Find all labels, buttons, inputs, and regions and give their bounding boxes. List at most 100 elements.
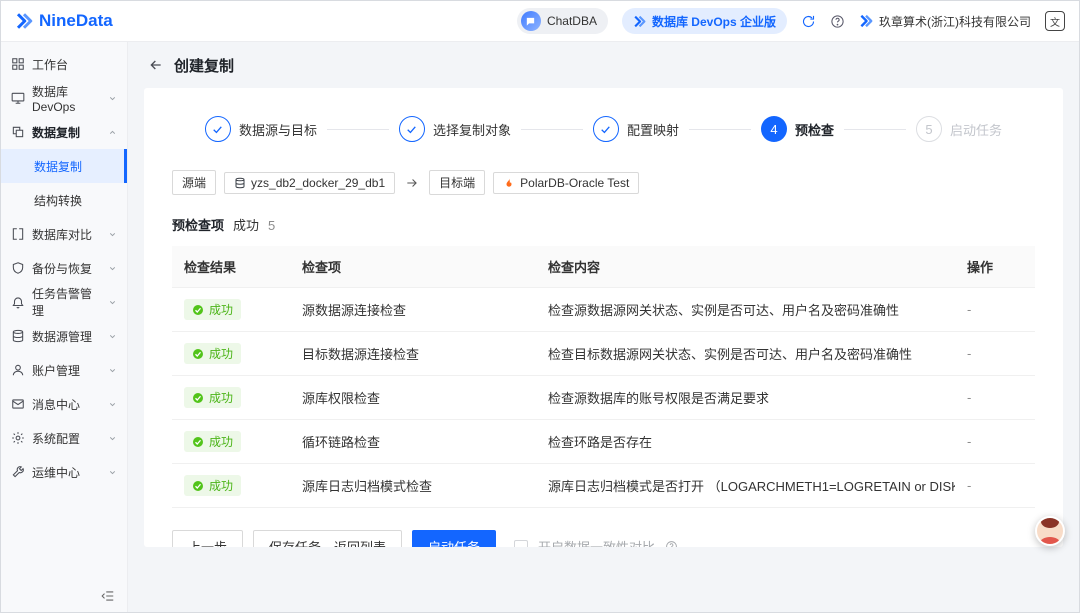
step-connector xyxy=(689,129,751,130)
start-task-button[interactable]: 启动任务 xyxy=(412,530,496,547)
sidebar-item-replication[interactable]: 数据复制 xyxy=(1,115,127,149)
sidebar-item-data-replication[interactable]: 数据复制 xyxy=(1,149,127,183)
table-row: 成功 目标数据源连接检查 检查目标数据源网关状态、实例是否可达、用户名及密码准确… xyxy=(172,332,1035,376)
source-tag: 源端 xyxy=(172,170,216,195)
operation-cell: - xyxy=(955,376,1035,420)
app-window: NineData ChatDBA 数据库 DevOps 企业版 xyxy=(0,0,1080,613)
sidebar-collapse-icon[interactable] xyxy=(101,589,115,603)
sidebar-item-db-compare[interactable]: 数据库对比 xyxy=(1,217,127,251)
chevron-down-icon xyxy=(108,94,117,103)
chatdba-button[interactable]: ChatDBA xyxy=(517,8,608,34)
ninedata-mini-logo-icon xyxy=(633,15,646,28)
operation-cell: - xyxy=(955,332,1035,376)
sidebar-item-account-mgmt[interactable]: 账户管理 xyxy=(1,353,127,387)
sidebar-label: 工作台 xyxy=(32,56,68,73)
save-return-button[interactable]: 保存任务，返回列表 xyxy=(253,530,402,547)
replication-icon xyxy=(11,125,25,139)
sidebar-item-task-alert[interactable]: 任务告警管理 xyxy=(1,285,127,319)
chevron-down-icon xyxy=(108,230,117,239)
sidebar-label: 系统配置 xyxy=(32,430,80,447)
check-content: 源库日志归档模式是否打开 （LOGARCHMETH1=LOGRETAIN or … xyxy=(536,464,955,508)
precheck-success-label: 成功 xyxy=(233,215,259,234)
sidebar-item-workbench[interactable]: 工作台 xyxy=(1,47,127,81)
sidebar-item-datasource-mgmt[interactable]: 数据源管理 xyxy=(1,319,127,353)
stepper: 数据源与目标 选择复制对象 配置映射 xyxy=(172,116,1035,142)
db2-database-icon xyxy=(234,177,246,189)
step-label: 预检查 xyxy=(795,120,834,139)
step-label: 数据源与目标 xyxy=(239,120,317,139)
step-select-objects: 选择复制对象 xyxy=(399,116,511,142)
shield-icon xyxy=(11,261,25,275)
sidebar: 工作台 数据库 DevOps 数据复制 数据复制 结构转换 xyxy=(1,42,128,612)
mail-icon xyxy=(11,397,25,411)
status-text: 成功 xyxy=(209,389,233,406)
chatdba-label: ChatDBA xyxy=(547,14,597,28)
sidebar-footer xyxy=(1,580,127,612)
sidebar-item-ops-center[interactable]: 运维中心 xyxy=(1,455,127,489)
chevron-down-icon xyxy=(108,366,117,375)
brand-name: NineData xyxy=(39,11,113,31)
step-check-icon xyxy=(593,116,619,142)
precheck-title: 预检查项 xyxy=(172,215,224,234)
gear-icon xyxy=(11,431,25,445)
check-content: 检查目标数据源网关状态、实例是否可达、用户名及密码准确性 xyxy=(536,332,955,376)
back-arrow-icon[interactable] xyxy=(148,57,164,73)
col-header-item: 检查项 xyxy=(290,246,536,288)
brand-logo[interactable]: NineData xyxy=(15,11,113,31)
step-connector xyxy=(844,129,906,130)
chevron-down-icon xyxy=(108,434,117,443)
step-label: 启动任务 xyxy=(950,120,1002,139)
org-switcher[interactable]: 玖章算术(浙江)科技有限公司 xyxy=(859,13,1031,30)
precheck-table: 检查结果 检查项 检查内容 操作 成功 源数据源连接检查 检查源数据源网关状态、… xyxy=(172,246,1035,508)
target-endpoint: PolarDB-Oracle Test xyxy=(493,172,639,194)
sidebar-item-devops[interactable]: 数据库 DevOps xyxy=(1,81,127,115)
chevron-down-icon xyxy=(108,332,117,341)
sidebar-label: 任务告警管理 xyxy=(32,285,101,319)
ninedata-logo-icon xyxy=(15,12,33,30)
check-item: 源库权限检查 xyxy=(290,376,536,420)
step-number: 5 xyxy=(916,116,942,142)
sidebar-item-system-config[interactable]: 系统配置 xyxy=(1,421,127,455)
check-item: 源数据源连接检查 xyxy=(290,288,536,332)
footer-actions: 上一步 保存任务，返回列表 启动任务 开启数据一致性对比 xyxy=(172,530,1035,547)
page-header: 创建复制 xyxy=(128,42,1079,88)
arrow-right-icon xyxy=(405,176,419,190)
product-switcher[interactable]: 数据库 DevOps 企业版 xyxy=(622,8,787,34)
precheck-card: 数据源与目标 选择复制对象 配置映射 xyxy=(144,88,1063,547)
check-content: 检查源数据源网关状态、实例是否可达、用户名及密码准确性 xyxy=(536,288,955,332)
polardb-flame-icon xyxy=(503,177,515,189)
org-name: 玖章算术(浙江)科技有限公司 xyxy=(879,13,1031,30)
precheck-success-count: 5 xyxy=(268,218,275,233)
chevron-down-icon xyxy=(108,468,117,477)
sidebar-label: 数据库 DevOps xyxy=(32,83,101,114)
step-check-icon xyxy=(205,116,231,142)
consistency-help-icon[interactable] xyxy=(665,540,678,547)
support-avatar[interactable] xyxy=(1035,516,1065,546)
status-badge: 成功 xyxy=(184,475,241,496)
check-content: 检查源数据库的账号权限是否满足要求 xyxy=(536,376,955,420)
help-icon[interactable] xyxy=(830,14,845,29)
sidebar-label: 结构转换 xyxy=(34,192,82,209)
sidebar-item-structure-convert[interactable]: 结构转换 xyxy=(1,183,127,217)
refresh-icon[interactable] xyxy=(801,14,816,29)
sidebar-item-backup-restore[interactable]: 备份与恢复 xyxy=(1,251,127,285)
previous-step-button[interactable]: 上一步 xyxy=(172,530,243,547)
chevron-up-icon xyxy=(108,128,117,137)
page-title: 创建复制 xyxy=(174,55,234,76)
step-precheck: 4 预检查 xyxy=(761,116,834,142)
operation-cell: - xyxy=(955,420,1035,464)
consistency-checkbox[interactable] xyxy=(514,540,528,548)
precheck-summary: 预检查项 成功 5 xyxy=(172,215,1035,234)
sidebar-label: 数据库对比 xyxy=(32,226,92,243)
status-text: 成功 xyxy=(209,433,233,450)
consistency-label: 开启数据一致性对比 xyxy=(538,537,655,547)
sidebar-item-message-center[interactable]: 消息中心 xyxy=(1,387,127,421)
step-mapping: 配置映射 xyxy=(593,116,679,142)
status-badge: 成功 xyxy=(184,343,241,364)
sidebar-label: 备份与恢复 xyxy=(32,260,92,277)
step-label: 配置映射 xyxy=(627,120,679,139)
main-content: 创建复制 数据源与目标 选择复制 xyxy=(128,42,1079,612)
status-text: 成功 xyxy=(209,345,233,362)
language-toggle-icon[interactable]: 文 xyxy=(1045,11,1065,31)
topbar-right: ChatDBA 数据库 DevOps 企业版 xyxy=(517,8,1065,34)
